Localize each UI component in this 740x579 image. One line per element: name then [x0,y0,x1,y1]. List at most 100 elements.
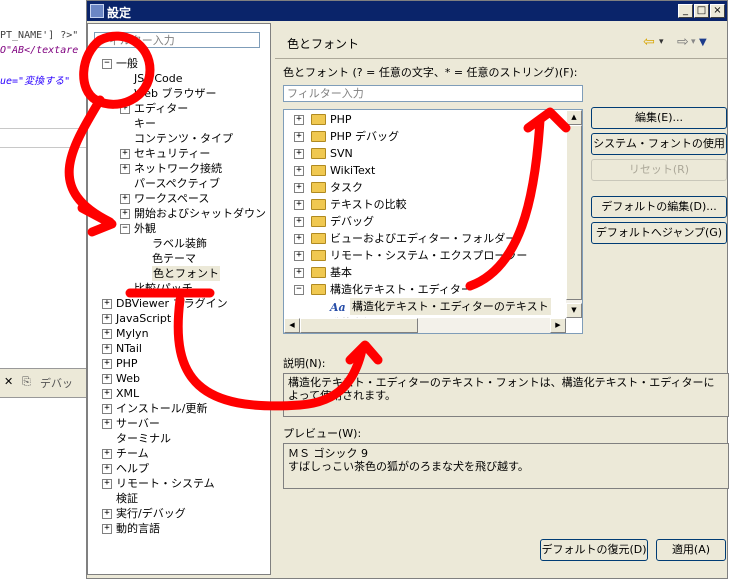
color-font-category[interactable]: + PHP デバッグ [284,128,566,145]
back-dropdown-icon[interactable]: ▾ [659,37,664,47]
color-font-item-label: 構造化テキスト・エディターのテキスト [350,298,551,315]
goto-default-button[interactable]: デフォルトへジャンプ(G) [591,222,727,244]
color-font-category[interactable]: + PHP [284,111,566,128]
color-font-item-label: WikiText [330,164,376,177]
expand-icon[interactable]: + [294,268,304,278]
expand-icon[interactable]: + [294,217,304,227]
expand-icon[interactable]: + [294,234,304,244]
tree-filter-input[interactable]: フィルター入力 [94,32,260,48]
expand-icon[interactable]: + [294,132,304,142]
color-font-item-label: リモート・システム・エクスプローラー [330,249,528,262]
expand-icon[interactable]: + [102,419,112,429]
expand-icon[interactable]: + [120,209,130,219]
reset-button[interactable]: リセット(R) [591,159,727,181]
color-font-item-label: デバッグ [330,215,374,228]
expand-icon[interactable]: + [120,164,130,174]
color-font-category[interactable]: + WikiText [284,162,566,179]
tree-item-label: コンテンツ・タイプ [134,132,233,145]
tree-item-label: Mylyn [116,327,149,340]
color-font-item-label: 基本 [330,266,352,279]
tree-item-label: 実行/デバッグ [116,507,186,520]
minimize-button[interactable]: _ [678,4,693,18]
code-divider [0,147,86,148]
app-icon [90,4,104,18]
expand-icon[interactable]: + [102,314,112,324]
edit-button[interactable]: 編集(E)... [591,107,727,129]
expand-icon[interactable]: + [294,200,304,210]
collapse-icon[interactable]: − [120,224,130,234]
forward-dropdown-icon[interactable]: ▾ [691,37,696,47]
expand-icon[interactable]: + [294,115,304,125]
tree-item-label: DBViewer プラグイン [116,297,228,310]
expand-icon[interactable]: + [294,251,304,261]
expand-icon[interactable]: + [102,359,112,369]
hscroll-thumb[interactable] [300,318,418,333]
color-font-category[interactable]: + デバッグ [284,213,566,230]
colors-fonts-tree[interactable]: + PHP + PHP デバッグ + SVN + WikiText + タスク + テキストの比較 + デ… [283,109,583,334]
edit-default-button[interactable]: デフォルトの編集(D)... [591,196,727,218]
folder-icon [311,267,326,278]
expand-icon[interactable]: + [102,344,112,354]
expand-icon[interactable]: + [102,299,112,309]
color-font-category[interactable]: + ビューおよびエディター・フォルダー [284,230,566,247]
expand-icon[interactable]: + [120,194,130,204]
use-system-font-button[interactable]: システム・フォントの使用(U) [591,133,727,170]
preferences-dialog: 設定 _ □ × フィルター入力 − 一般 JSP Code Web ブラウザー + エデ… [86,0,729,579]
collapse-icon[interactable]: − [294,285,304,295]
expand-icon[interactable]: + [294,149,304,159]
horizontal-scrollbar[interactable]: ◀ ▶ [284,318,566,333]
tree-item-label: 外観 [134,222,156,235]
expand-icon[interactable]: + [120,149,130,159]
expand-icon[interactable]: + [102,449,112,459]
forward-arrow-icon[interactable]: ⇨ [677,34,689,50]
preview-font-name: ＭＳ ゴシック 9 [288,447,368,460]
folder-icon [311,114,326,125]
scroll-right-icon[interactable]: ▶ [550,318,566,333]
folder-icon [311,165,326,176]
color-font-category[interactable]: + 基本 [284,264,566,281]
expand-icon[interactable]: + [294,183,304,193]
color-font-item-label: PHP デバッグ [330,130,400,143]
colors-filter-input[interactable]: フィルター入力 [283,85,583,102]
color-font-category[interactable]: − 構造化テキスト・エディター [284,281,566,298]
maximize-button[interactable]: □ [694,4,709,18]
debug-tab-label[interactable]: デバッ [40,375,73,391]
expand-icon[interactable]: + [102,389,112,399]
vertical-scrollbar[interactable]: ▲ ▼ [566,110,582,318]
back-arrow-icon[interactable]: ⇦ [643,34,655,50]
expand-icon[interactable]: + [294,166,304,176]
color-font-category[interactable]: + タスク [284,179,566,196]
view-menu-icon[interactable]: ▼ [699,37,707,48]
scroll-thumb[interactable] [566,125,582,300]
code-line: O"AB</textare [0,45,79,56]
tree-item-label: 開始およびシャットダウン [134,207,266,220]
scroll-left-icon[interactable]: ◀ [284,318,300,333]
color-font-category[interactable]: + テキストの比較 [284,196,566,213]
scroll-down-icon[interactable]: ▼ [566,303,582,318]
code-line: ue="変換する" [0,76,71,87]
expand-icon[interactable]: + [102,329,112,339]
color-font-item-label: 構造化テキスト・エディター [330,283,472,296]
scroll-up-icon[interactable]: ▲ [566,110,582,125]
expand-icon[interactable]: + [102,464,112,474]
color-font-item-label: SVN [330,147,353,160]
expand-icon[interactable]: + [102,479,112,489]
title-bar[interactable]: 設定 _ □ × [87,1,727,21]
minimize-view-icon[interactable]: ✕ [4,375,13,388]
apply-button[interactable]: 適用(A) [656,539,726,561]
folder-icon [311,148,326,159]
expand-icon[interactable]: + [102,404,112,414]
color-font-category[interactable]: + SVN [284,145,566,162]
tree-item-label: パースペクティブ [134,177,221,190]
expand-icon[interactable]: + [102,509,112,519]
expand-icon[interactable]: + [102,524,112,534]
page-title: 色とフォント [287,37,360,51]
tree-item-label: 検証 [116,492,138,505]
color-font-category[interactable]: + リモート・システム・エクスプローラー [284,247,566,264]
color-font-category[interactable]: Aa 構造化テキスト・エディターのテキスト [284,298,566,315]
collapse-icon[interactable]: − [102,59,112,69]
restore-defaults-button[interactable]: デフォルトの復元(D) [540,539,648,561]
expand-icon[interactable]: + [120,104,130,114]
close-button[interactable]: × [710,4,725,18]
expand-icon[interactable]: + [102,374,112,384]
